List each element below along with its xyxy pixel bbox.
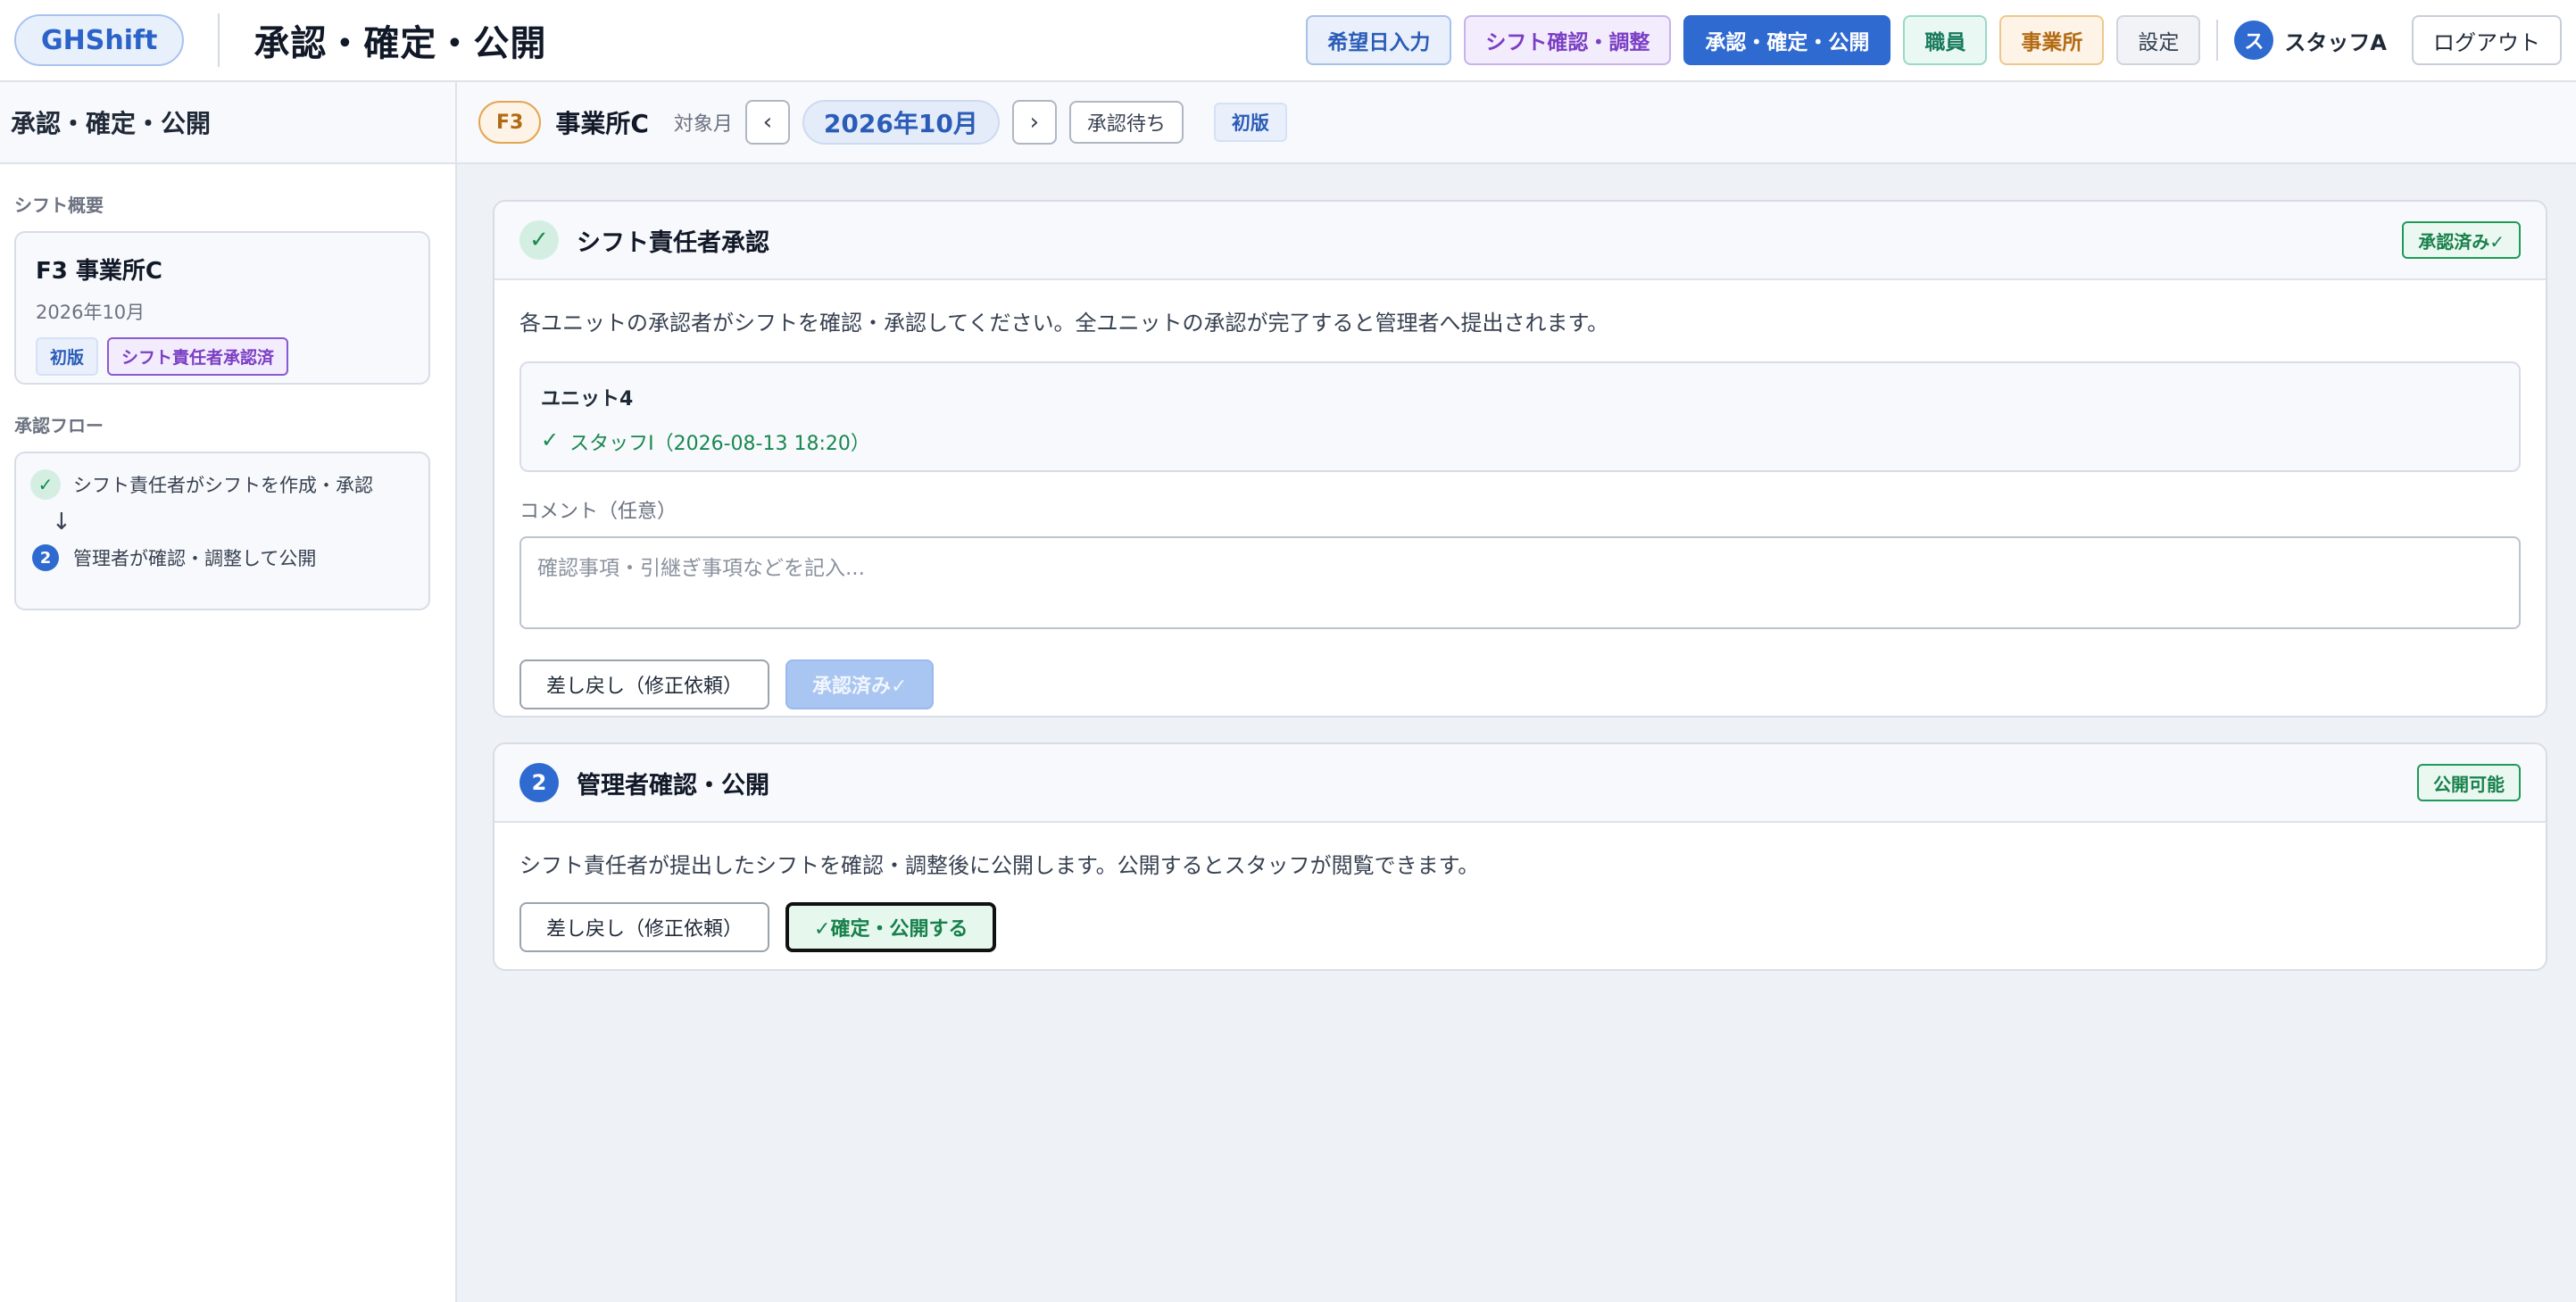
- return-button[interactable]: 差し戻し（修正依頼）: [519, 902, 770, 952]
- unit-approver: ✓ スタッフI（2026-08-13 18:20）: [541, 427, 2499, 456]
- unit-name: ユニット4: [541, 388, 634, 411]
- approved-badge: 承認済み✓: [2402, 221, 2521, 259]
- sidebar: 承認・確定・公開 シフト概要 F3 事業所C 2026年10月 初版 シフト責任…: [0, 82, 457, 1302]
- summary-section-label: シフト概要: [14, 195, 104, 216]
- nav-request-input[interactable]: 希望日入力: [1306, 15, 1452, 65]
- step-number-icon: 2: [32, 544, 59, 571]
- approval-status-pill: 承認待ち: [1068, 101, 1184, 144]
- summary-badges: 初版 シフト責任者承認済: [36, 337, 409, 376]
- check-icon: ✓: [30, 469, 61, 500]
- flow-step-2: 2 管理者が確認・調整して公開: [30, 544, 414, 571]
- flow-step-1: ✓ シフト責任者がシフトを作成・承認: [30, 469, 414, 500]
- logout-button[interactable]: ログアウト: [2412, 15, 2562, 65]
- summary-month: 2026年10月: [36, 302, 145, 323]
- brand-logo[interactable]: GHShift: [14, 14, 185, 66]
- approved-button[interactable]: 承認済み✓: [785, 659, 935, 709]
- version-badge: 初版: [36, 337, 99, 376]
- app-header: GHShift 承認・確定・公開 希望日入力 シフト確認・調整 承認・確定・公開…: [0, 0, 2576, 82]
- panel-description: 各ユニットの承認者がシフトを確認・承認してください。全ユニットの承認が完了すると…: [519, 311, 1609, 336]
- panel-header: 2 管理者確認・公開 公開可能: [494, 744, 2546, 823]
- nav-divider: [2216, 20, 2219, 61]
- summary-office: F3 事業所C: [36, 258, 162, 285]
- return-button[interactable]: 差し戻し（修正依頼）: [519, 659, 770, 709]
- nav-staff[interactable]: 職員: [1903, 15, 1988, 65]
- arrow-down-icon: ↓: [52, 509, 71, 535]
- avatar: ス: [2234, 21, 2274, 60]
- panel-description: シフト責任者が提出したシフトを確認・調整後に公開します。公開するとスタッフが閲覧…: [519, 853, 1480, 878]
- panel-actions: 差し戻し（修正依頼） ✓確定・公開する: [519, 902, 2521, 952]
- office-name: 事業所C: [555, 109, 649, 138]
- version-pill: 初版: [1213, 103, 1287, 142]
- nav-office[interactable]: 事業所: [1999, 15, 2105, 65]
- admin-review-panel: 2 管理者確認・公開 公開可能 シフト責任者が提出したシフトを確認・調整後に公開…: [493, 742, 2547, 971]
- context-bar: F3 事業所C 対象月 ‹ 2026年10月 › 承認待ち 初版: [457, 82, 2576, 164]
- user-name: スタッフA: [2284, 29, 2387, 55]
- prev-month-button[interactable]: ‹: [744, 100, 790, 145]
- month-label: 対象月: [673, 113, 733, 136]
- flow-step-2-label: 管理者が確認・調整して公開: [73, 548, 317, 569]
- comment-input[interactable]: [519, 536, 2521, 629]
- office-code-badge: F3: [478, 101, 542, 144]
- nav-shift-review[interactable]: シフト確認・調整: [1464, 15, 1672, 65]
- main-nav: 希望日入力 シフト確認・調整 承認・確定・公開 職員 事業所 設定 ス スタッフ…: [1306, 15, 2562, 65]
- panel-title: 管理者確認・公開: [577, 771, 769, 800]
- status-badge: シフト責任者承認済: [107, 337, 289, 376]
- flow-section-label: 承認フロー: [14, 415, 104, 436]
- sidebar-title: 承認・確定・公開: [0, 82, 455, 164]
- check-icon: ✓: [519, 220, 559, 260]
- month-display: 2026年10月: [802, 100, 1000, 145]
- panel-body: 各ユニットの承認者がシフトを確認・承認してください。全ユニットの承認が完了すると…: [494, 280, 2546, 716]
- check-icon: ✓: [541, 427, 560, 452]
- publishable-badge: 公開可能: [2417, 764, 2521, 801]
- panel-title: シフト責任者承認: [577, 228, 769, 257]
- nav-settings[interactable]: 設定: [2116, 15, 2201, 65]
- panel-actions: 差し戻し（修正依頼） 承認済み✓: [519, 659, 2521, 709]
- publish-button[interactable]: ✓確定・公開する: [785, 902, 997, 952]
- step-number-icon: 2: [519, 763, 559, 802]
- flow-step-1-label: シフト責任者がシフトを作成・承認: [73, 475, 373, 496]
- approval-flow-card: ✓ シフト責任者がシフトを作成・承認 ↓ 2 管理者が確認・調整して公開: [14, 452, 430, 610]
- page-title: 承認・確定・公開: [253, 23, 547, 64]
- panel-header: ✓ シフト責任者承認 承認済み✓: [494, 202, 2546, 280]
- nav-approve-publish[interactable]: 承認・確定・公開: [1683, 15, 1891, 65]
- panel-body: シフト責任者が提出したシフトを確認・調整後に公開します。公開するとスタッフが閲覧…: [494, 823, 2546, 969]
- shift-manager-approval-panel: ✓ シフト責任者承認 承認済み✓ 各ユニットの承認者がシフトを確認・承認してくだ…: [493, 200, 2547, 717]
- approver-record: スタッフI（2026-08-13 18:20）: [569, 433, 870, 455]
- user-menu[interactable]: ス スタッフA: [2234, 21, 2387, 60]
- header-divider: [218, 13, 220, 67]
- comment-label: コメント（任意）: [519, 501, 677, 523]
- next-month-button[interactable]: ›: [1011, 100, 1057, 145]
- shift-summary-card: F3 事業所C 2026年10月 初版 シフト責任者承認済: [14, 231, 430, 385]
- unit-approval-box: ユニット4 ✓ スタッフI（2026-08-13 18:20）: [519, 361, 2521, 472]
